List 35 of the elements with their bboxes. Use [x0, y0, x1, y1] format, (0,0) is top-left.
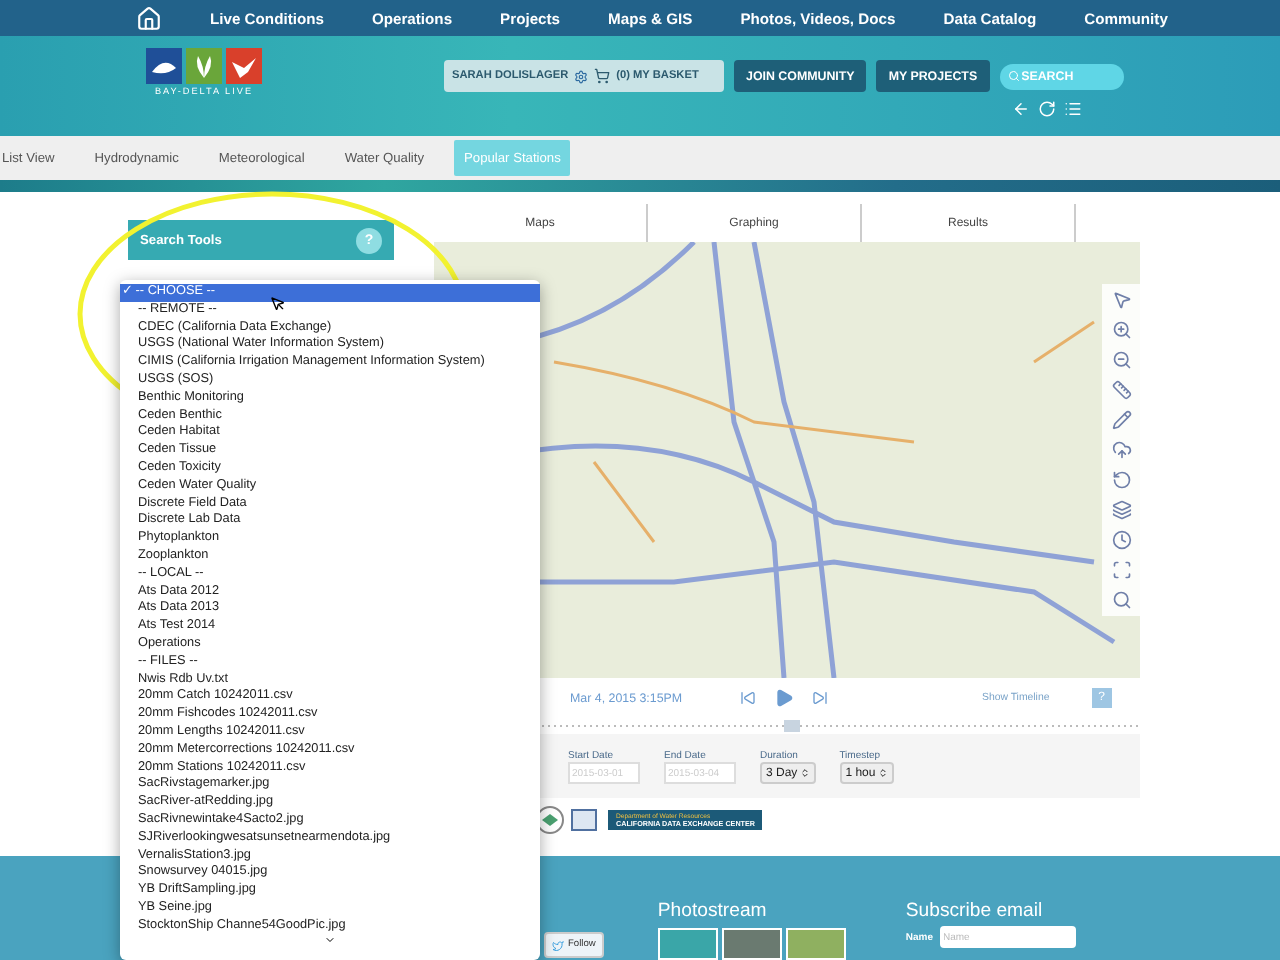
- scroll-down-icon[interactable]: [324, 934, 336, 947]
- cloud-upload-icon[interactable]: [1111, 440, 1131, 460]
- photo-placeholder[interactable]: [721, 928, 782, 960]
- logo-tile-icon: [146, 48, 182, 84]
- search-icon[interactable]: [1111, 590, 1131, 610]
- home-icon[interactable]: [136, 5, 162, 31]
- stepper-icon: [799, 768, 810, 778]
- zoom-out-icon[interactable]: [1111, 350, 1131, 370]
- back-arrow-icon[interactable]: [1012, 100, 1030, 118]
- pointer-icon[interactable]: [1111, 290, 1131, 310]
- agency-logo-icon: [570, 804, 598, 836]
- refresh-icon[interactable]: [1038, 100, 1056, 118]
- list-icon[interactable]: [1064, 100, 1082, 118]
- settings-icon[interactable]: [574, 69, 589, 83]
- logo-tile-icon: [226, 48, 262, 84]
- stepper-icon: [877, 768, 888, 778]
- fullscreen-icon[interactable]: [1111, 560, 1131, 580]
- section-title: Subscribe email: [905, 900, 1045, 922]
- play-icon[interactable]: [774, 688, 794, 708]
- cart-icon[interactable]: [594, 68, 611, 84]
- clock-icon[interactable]: [1111, 530, 1131, 550]
- search-icon: [1007, 70, 1020, 82]
- logo-tile-icon: [186, 48, 222, 84]
- skip-back-icon[interactable]: [740, 690, 756, 706]
- photo-placeholder[interactable]: [785, 928, 846, 960]
- skip-forward-icon[interactable]: [812, 690, 828, 706]
- zoom-in-icon[interactable]: [1111, 320, 1131, 340]
- photo-placeholder[interactable]: [657, 928, 718, 960]
- bird-icon: [552, 939, 564, 951]
- ruler-icon[interactable]: [1111, 380, 1131, 400]
- layers-icon[interactable]: [1111, 500, 1131, 520]
- pencil-icon[interactable]: [1111, 410, 1131, 430]
- section-title: Photostream: [657, 900, 769, 922]
- mouse-cursor-icon: [270, 296, 286, 312]
- circular-arrow-icon[interactable]: [1111, 470, 1131, 490]
